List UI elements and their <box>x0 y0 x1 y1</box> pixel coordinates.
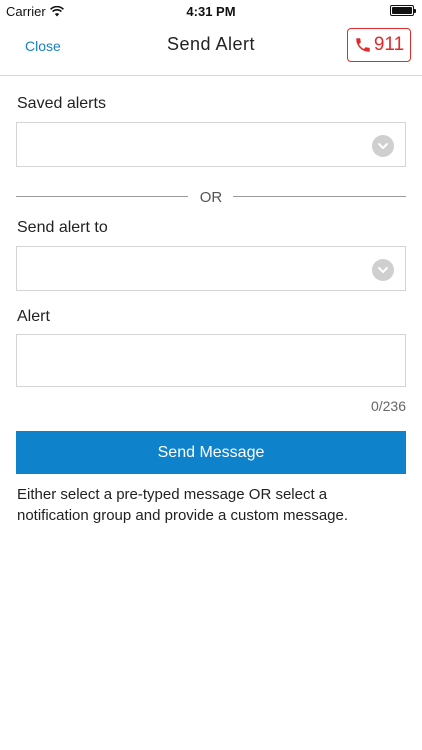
saved-alerts-select[interactable] <box>16 122 406 167</box>
battery-icon <box>390 5 416 16</box>
alert-message-input[interactable] <box>16 334 406 387</box>
status-bar: Carrier 4:31 PM <box>0 0 422 22</box>
send-alert-to-label: Send alert to <box>17 219 108 236</box>
phone-icon <box>356 38 370 52</box>
emergency-911-button[interactable]: 911 <box>347 28 411 62</box>
or-text: OR <box>199 189 223 206</box>
divider-line-right <box>233 196 406 197</box>
saved-alerts-label: Saved alerts <box>17 95 106 112</box>
chevron-down-icon <box>372 135 394 157</box>
status-time: 4:31 PM <box>186 4 236 19</box>
send-message-button[interactable]: Send Message <box>16 431 406 474</box>
chevron-down-icon <box>372 259 394 281</box>
navigation-bar: Close Send Alert 911 <box>0 22 422 76</box>
alert-label: Alert <box>17 308 50 325</box>
or-divider: OR <box>16 188 406 206</box>
emergency-label: 911 <box>373 34 405 55</box>
send-alert-to-select[interactable] <box>16 246 406 291</box>
help-text: Either select a pre-typed message OR sel… <box>17 486 349 524</box>
character-counter: 0/236 <box>370 398 406 414</box>
